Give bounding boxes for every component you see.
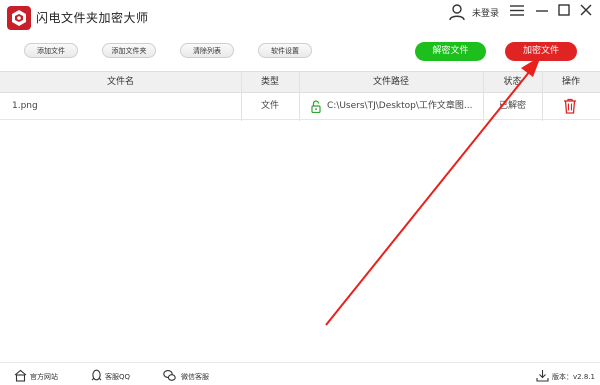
wechat-support-link[interactable]: 微信客服 [181, 372, 209, 382]
qq-support-link[interactable]: 客服QQ [105, 372, 130, 382]
delete-icon[interactable] [563, 98, 577, 114]
table-row[interactable]: 1.png 文件 C:\Users\TJ\Desktop\工作文章图... 已解… [0, 94, 600, 120]
clear-list-button[interactable]: 清除列表 [180, 43, 234, 58]
website-icon[interactable] [14, 369, 27, 382]
column-status: 状态 [503, 77, 522, 87]
row-type: 文件 [260, 101, 279, 111]
app-title: 闪电文件夹加密大师 [36, 11, 149, 25]
minimize-icon[interactable] [535, 5, 549, 17]
version-label: 版本：v2.8.1 [552, 373, 595, 381]
row-filename: 1.png [12, 101, 38, 111]
maximize-icon[interactable] [558, 4, 570, 16]
settings-button[interactable]: 软件设置 [258, 43, 312, 58]
row-path: C:\Users\TJ\Desktop\工作文章图... [327, 101, 473, 111]
row-status: 已解密 [498, 101, 526, 111]
column-type: 类型 [260, 77, 279, 87]
add-file-button[interactable]: 添加文件 [24, 43, 78, 58]
user-icon[interactable] [448, 3, 466, 21]
wechat-icon[interactable] [163, 369, 176, 382]
column-path: 文件路径 [372, 77, 409, 87]
qq-icon[interactable] [90, 369, 103, 382]
file-table-header: 文件名 类型 文件路径 状态 操作 [0, 71, 600, 93]
decrypt-file-button[interactable]: 解密文件 [415, 42, 486, 61]
title-bar: 闪电文件夹加密大师 未登录 [0, 0, 600, 34]
column-filename: 文件名 [106, 77, 134, 87]
column-actions: 操作 [561, 77, 580, 87]
footer-bar: 官方网站 客服QQ 微信客服 版本：v2.8.1 [0, 362, 600, 385]
add-folder-button[interactable]: 添加文件夹 [102, 43, 156, 58]
download-icon[interactable] [536, 369, 549, 382]
unlock-icon [311, 100, 321, 113]
login-status[interactable]: 未登录 [472, 6, 499, 19]
website-link[interactable]: 官方网站 [30, 372, 58, 382]
menu-icon[interactable] [510, 5, 524, 16]
close-icon[interactable] [580, 4, 592, 16]
encrypt-file-button[interactable]: 加密文件 [505, 42, 577, 61]
app-logo-icon [7, 6, 31, 30]
